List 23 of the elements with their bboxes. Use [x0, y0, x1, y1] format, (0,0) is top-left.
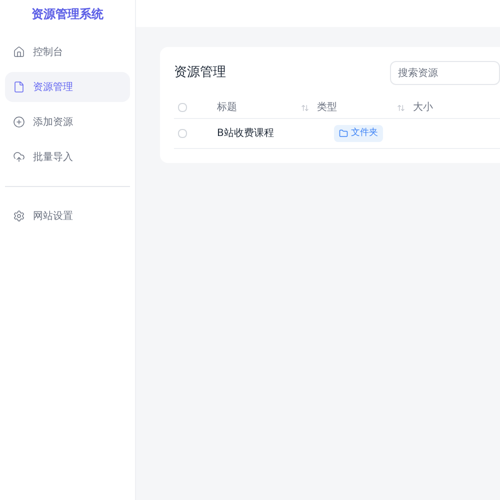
type-tag: 文件夹: [334, 124, 383, 142]
sort-icon[interactable]: [397, 104, 405, 112]
card-title: 资源管理: [174, 64, 226, 82]
column-header: 标题: [217, 100, 237, 115]
nav-item[interactable]: 添加资源: [5, 107, 130, 137]
checkbox[interactable]: [178, 129, 187, 138]
column-header: 大小: [413, 100, 433, 115]
file-icon: [13, 81, 25, 93]
nav-item[interactable]: 控制台: [5, 37, 130, 67]
cloud-upload-icon: [13, 151, 25, 163]
home-icon: [13, 46, 25, 58]
search-field[interactable]: 搜索资源: [390, 61, 500, 85]
folder-icon: [339, 129, 348, 138]
nav-item[interactable]: 批量导入: [5, 142, 130, 172]
table-cell: B站收费课程: [217, 128, 274, 139]
plus-circle-icon: [13, 116, 25, 128]
nav-item[interactable]: 网站设置: [5, 201, 130, 231]
sort-icon[interactable]: [301, 104, 309, 112]
app-title: 资源管理系统: [30, 6, 104, 22]
column-header: 类型: [317, 100, 337, 115]
settings-icon: [13, 210, 25, 222]
nav-item[interactable]: 资源管理: [5, 72, 130, 102]
checkbox[interactable]: [178, 103, 187, 112]
